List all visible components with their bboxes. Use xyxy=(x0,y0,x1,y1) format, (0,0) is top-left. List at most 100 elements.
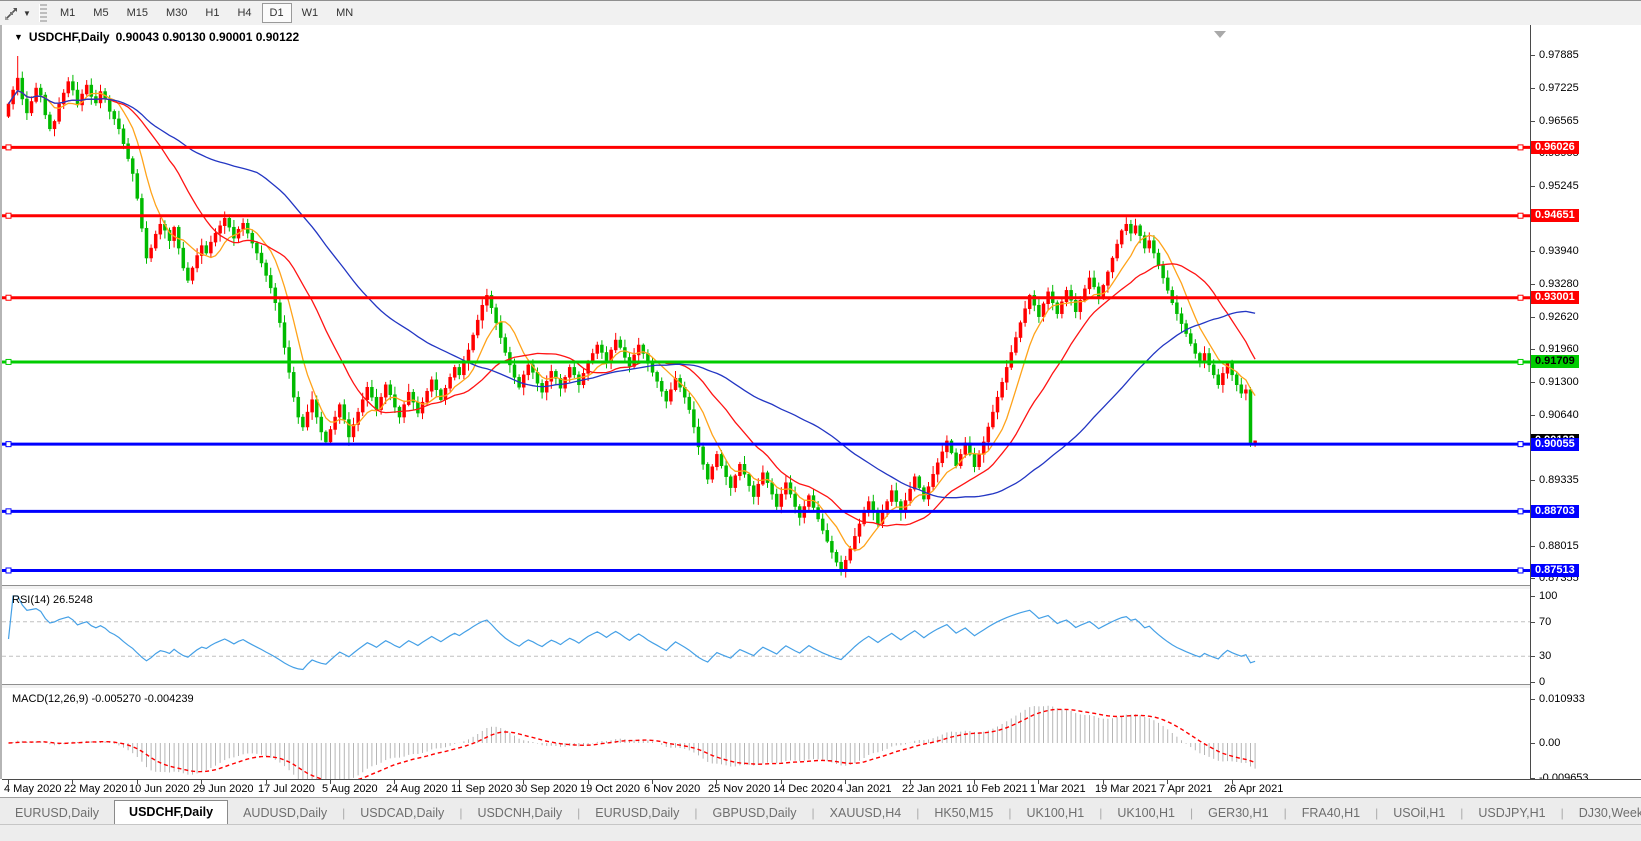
date-label: 19 Oct 2020 xyxy=(580,783,640,795)
price-tick-0.91300-dash xyxy=(1531,382,1535,384)
price-tick-0.93280: 0.93280 xyxy=(1539,277,1579,290)
chart-tab-usoil-h1[interactable]: USOil,H1 xyxy=(1378,802,1460,825)
terminal-window: ▼ M1 M5 M15 M30 H1 H4 D1 W1 MN ▼ USDCHF,Daily 0.… xyxy=(0,0,1641,841)
price-tick-0.96565: 0.96565 xyxy=(1539,114,1579,127)
date-label: 17 Jul 2020 xyxy=(258,783,315,795)
macd-indicator-label: MACD(12,26,9) -0.005270 -0.004239 xyxy=(12,693,194,705)
date-label: 5 Aug 2020 xyxy=(322,783,378,795)
chart-tab-fra40-h1[interactable]: FRA40,H1 xyxy=(1287,802,1375,825)
timeframe-toolbar: ▼ M1 M5 M15 M30 H1 H4 D1 W1 MN xyxy=(0,1,1641,26)
hline-0.96026[interactable] xyxy=(2,144,1530,151)
hline-0.90055[interactable] xyxy=(2,441,1530,448)
chart-tab-gbpusd-daily[interactable]: GBPUSD,Daily xyxy=(697,802,811,825)
level-price-box-0.87513: 0.87513 xyxy=(1531,563,1579,577)
timeframe-button-h1[interactable]: H1 xyxy=(197,3,227,23)
price-tick-0.95245-dash xyxy=(1531,186,1535,188)
macd-tick-0: 0.010933 xyxy=(1539,693,1585,706)
date-label: 19 Mar 2021 xyxy=(1095,783,1157,795)
status-strip xyxy=(0,824,1641,841)
date-label: 1 Mar 2021 xyxy=(1030,783,1086,795)
hline-0.94651[interactable] xyxy=(2,212,1530,219)
hline-0.87513[interactable] xyxy=(2,567,1530,574)
macd-tick-1-dash xyxy=(1531,743,1535,744)
date-label: 4 Jan 2021 xyxy=(837,783,892,795)
level-price-box-0.93001: 0.93001 xyxy=(1531,291,1579,305)
price-tick-0.92620: 0.92620 xyxy=(1539,310,1579,323)
chart-tab-usdchf-daily[interactable]: USDCHF,Daily xyxy=(114,800,229,825)
rsi-tick-70: 70 xyxy=(1539,615,1552,628)
level-price-box-0.88703: 0.88703 xyxy=(1531,504,1579,518)
price-tick-0.90640: 0.90640 xyxy=(1539,409,1579,422)
date-label: 30 Sep 2020 xyxy=(515,783,578,795)
timeframe-button-m5[interactable]: M5 xyxy=(85,3,116,23)
price-tick-0.93940: 0.93940 xyxy=(1539,245,1579,258)
rsi-tick-100-dash xyxy=(1531,596,1535,597)
price-tick-0.89335: 0.89335 xyxy=(1539,473,1579,486)
chart-tab-usdcnh-daily[interactable]: USDCNH,Daily xyxy=(462,802,577,825)
main-chart-canvas[interactable] xyxy=(2,25,1530,585)
timeframe-button-w1[interactable]: W1 xyxy=(294,3,327,23)
chart-tab-eurusd-daily[interactable]: EURUSD,Daily xyxy=(580,802,694,825)
rsi-tick-30: 30 xyxy=(1539,650,1552,663)
timeframe-button-mn[interactable]: MN xyxy=(328,3,361,23)
chart-tab-ger30-h1[interactable]: GER30,H1 xyxy=(1193,802,1283,825)
price-tick-0.96565-dash xyxy=(1531,120,1535,122)
price-tick-0.97225: 0.97225 xyxy=(1539,81,1579,94)
chart-area: ▼ USDCHF,Daily 0.90043 0.90130 0.90001 0… xyxy=(0,25,1641,798)
macd-tick-0-dash xyxy=(1531,699,1535,701)
price-tick-0.97885-dash xyxy=(1531,55,1535,56)
time-axis[interactable]: 4 May 2020 22 May 2020 10 Jun 2020 29 Jun 2… xyxy=(2,779,1641,798)
moving-average-8 xyxy=(7,89,1256,551)
price-tick-0.88015: 0.88015 xyxy=(1539,539,1579,552)
hline-0.88703[interactable] xyxy=(2,508,1530,515)
price-tick-0.95245: 0.95245 xyxy=(1539,180,1579,193)
crosshair-cursor-icon[interactable] xyxy=(1,4,21,22)
chart-tab-audusd-daily[interactable]: AUDUSD,Daily xyxy=(228,802,342,825)
chart-tab-hk50-m15[interactable]: HK50,M15 xyxy=(919,802,1008,825)
date-label: 11 Sep 2020 xyxy=(451,783,513,795)
price-tick-0.93940-dash xyxy=(1531,251,1535,253)
chart-shift-marker-icon[interactable] xyxy=(1214,31,1226,38)
rsi-tick-30-dash xyxy=(1531,656,1535,658)
date-label: 10 Feb 2021 xyxy=(966,783,1028,795)
chart-tab-uk100-h1[interactable]: UK100,H1 xyxy=(1012,802,1100,825)
price-tick-0.97225-dash xyxy=(1531,87,1535,89)
timeframe-button-m1[interactable]: M1 xyxy=(52,3,83,23)
chart-title: ▼ USDCHF,Daily 0.90043 0.90130 0.90001 0… xyxy=(14,30,299,44)
macd-tick-1: 0.00 xyxy=(1539,737,1561,749)
level-price-box-0.94651: 0.94651 xyxy=(1531,209,1579,223)
chart-tab-usdjpy-h1[interactable]: USDJPY,H1 xyxy=(1463,802,1560,825)
date-label: 7 Apr 2021 xyxy=(1159,783,1213,795)
hline-0.93001[interactable] xyxy=(2,294,1530,301)
macd-panel-canvas[interactable] xyxy=(2,688,1530,779)
timeframe-button-m30[interactable]: M30 xyxy=(158,3,195,23)
date-label: 4 May 2020 xyxy=(4,783,62,795)
toolbar-grip[interactable] xyxy=(39,4,47,22)
chart-tab-uk100-h1[interactable]: UK100,H1 xyxy=(1102,802,1190,825)
rsi-tick-0-dash xyxy=(1531,682,1535,683)
level-price-box-0.96026: 0.96026 xyxy=(1531,140,1579,154)
level-price-box-0.90055: 0.90055 xyxy=(1531,437,1579,451)
price-tick-0.91960-dash xyxy=(1531,349,1535,351)
hline-0.91709[interactable] xyxy=(2,358,1530,365)
one-click-caret-icon[interactable]: ▼ xyxy=(14,32,23,42)
date-label: 25 Nov 2020 xyxy=(708,783,771,795)
price-tick-0.93280-dash xyxy=(1531,283,1535,285)
date-label: 14 Dec 2020 xyxy=(773,783,836,795)
rsi-panel-canvas[interactable] xyxy=(2,589,1530,684)
chart-tab-dj30-weekly[interactable]: DJ30,Weekly xyxy=(1564,802,1641,825)
price-tick-0.89335-dash xyxy=(1531,479,1535,481)
rsi-tick-0: 0 xyxy=(1539,676,1546,688)
chart-tab-eurusd-daily[interactable]: EURUSD,Daily xyxy=(0,802,114,825)
rsi-line xyxy=(7,595,1256,671)
price-tick-0.90640-dash xyxy=(1531,415,1535,417)
timeframe-button-d1[interactable]: D1 xyxy=(261,3,292,23)
cursor-dropdown-caret-icon[interactable]: ▼ xyxy=(21,9,33,18)
timeframe-button-h4[interactable]: H4 xyxy=(229,3,259,23)
timeframe-button-m15[interactable]: M15 xyxy=(119,3,156,23)
date-label: 22 Jan 2021 xyxy=(902,783,963,795)
chart-tab-usdcad-daily[interactable]: USDCAD,Daily xyxy=(345,802,459,825)
date-label: 24 Aug 2020 xyxy=(386,783,448,795)
price-axis[interactable]: 0.978850.972250.965650.959050.952450.939… xyxy=(1530,25,1641,784)
chart-tab-xauusd-h4[interactable]: XAUUSD,H4 xyxy=(815,802,917,825)
